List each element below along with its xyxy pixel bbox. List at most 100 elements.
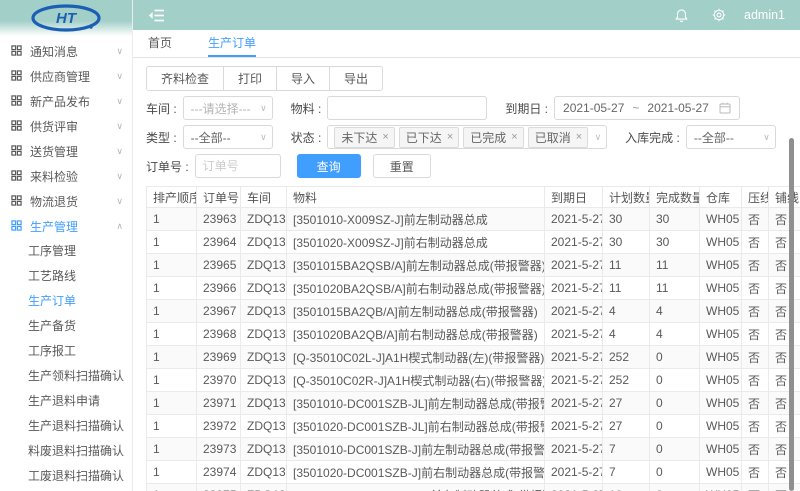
- collapse-sidebar-icon[interactable]: [148, 9, 165, 22]
- sidebar-item-7[interactable]: 生产管理∧: [0, 214, 132, 239]
- status-tag-2[interactable]: 已完成×: [463, 127, 523, 148]
- due-date-range[interactable]: 2021-05-27 ~ 2021-05-27: [554, 96, 740, 120]
- status-multiselect[interactable]: 未下达×已下达×已完成×已取消× ∨: [327, 125, 607, 149]
- table-cell: 否: [769, 461, 800, 484]
- bell-icon[interactable]: [675, 8, 688, 23]
- sidebar-subitem-6[interactable]: 生产退料申请: [0, 389, 132, 414]
- table-row[interactable]: 123972ZDQ13[3501020-DC001SZB-JL]前右制动器总成(…: [147, 415, 800, 438]
- table-row[interactable]: 123966ZDQ13[3501020BA2QSB/A]前右制动器总成(带报警器…: [147, 277, 800, 300]
- sidebar-subitem-2[interactable]: 生产订单: [0, 289, 132, 314]
- table-cell: 否: [742, 254, 769, 277]
- table-cell: 7: [603, 438, 650, 461]
- table-row[interactable]: 123969ZDQ13[Q-35010C02L-J]A1H楔式制动器(左)(带报…: [147, 346, 800, 369]
- workshop-select[interactable]: ---请选择--- ∨: [183, 96, 273, 120]
- table-row[interactable]: 123968ZDQ13[3501020BA2QB/A]前右制动器总成(带报警器)…: [147, 323, 800, 346]
- column-header-9[interactable]: 铺线: [769, 187, 800, 208]
- column-header-0[interactable]: 排产顺序: [147, 187, 197, 208]
- column-header-5[interactable]: 计划数量: [603, 187, 650, 208]
- table-cell: 1: [147, 484, 197, 491]
- table-row[interactable]: 123974ZDQ13[3501020-DC001SZB-J]前右制动器总成(带…: [147, 461, 800, 484]
- sidebar-subitem-7[interactable]: 生产退料扫描确认: [0, 414, 132, 439]
- table-cell: WH05: [700, 484, 742, 491]
- order-no-input[interactable]: [195, 154, 281, 178]
- order-no-label: 订单号 :: [146, 158, 189, 175]
- sidebar-item-3[interactable]: 供货评审∨: [0, 114, 132, 139]
- table-row[interactable]: 123965ZDQ13[3501015BA2QSB/A]前左制动器总成(带报警器…: [147, 254, 800, 277]
- column-header-2[interactable]: 车间: [241, 187, 287, 208]
- table-cell: 2021-5-27: [545, 415, 603, 438]
- table-cell: 11: [603, 277, 650, 300]
- table-cell: 否: [742, 461, 769, 484]
- sidebar-item-label: 来料检验: [30, 168, 116, 185]
- table-cell: 1: [147, 254, 197, 277]
- column-header-8[interactable]: 压线: [742, 187, 769, 208]
- type-select[interactable]: --全部-- ∨: [183, 125, 273, 149]
- date-to[interactable]: 2021-05-27: [647, 101, 708, 115]
- chevron-down-icon: ∨: [116, 172, 123, 181]
- table-cell: [3501010-DC001SZQB-J]前左制动器总成(带报警器): [287, 484, 545, 491]
- sidebar-subitem-1[interactable]: 工艺路线: [0, 264, 132, 289]
- tab-0[interactable]: 首页: [148, 30, 172, 57]
- toolbar-button-2[interactable]: 导入: [276, 67, 329, 90]
- column-header-4[interactable]: 到期日: [545, 187, 603, 208]
- column-header-6[interactable]: 完成数量: [650, 187, 700, 208]
- column-header-1[interactable]: 订单号: [197, 187, 241, 208]
- inbound-complete-select[interactable]: --全部-- ∨: [686, 125, 776, 149]
- reset-button[interactable]: 重置: [373, 154, 431, 178]
- username[interactable]: admin1: [744, 8, 785, 22]
- query-button[interactable]: 查询: [297, 154, 361, 178]
- material-filter: 物料 :: [291, 96, 488, 120]
- sidebar-subitem-8[interactable]: 料废退料扫描确认: [0, 439, 132, 464]
- table-cell: 否: [769, 208, 800, 231]
- table-row[interactable]: 123967ZDQ13[3501015BA2QB/A]前左制动器总成(带报警器)…: [147, 300, 800, 323]
- app-window: HT 通知消息∨供应商管理∨新产品发布∨供货评审∨送货管理∨来料检验∨物流退货∨…: [0, 0, 800, 491]
- tag-close-icon[interactable]: ×: [576, 131, 582, 143]
- sidebar-subitem-5[interactable]: 生产领料扫描确认: [0, 364, 132, 389]
- sidebar-item-4[interactable]: 送货管理∨: [0, 139, 132, 164]
- toolbar-button-1[interactable]: 打印: [223, 67, 276, 90]
- sidebar-item-1[interactable]: 供应商管理∨: [0, 64, 132, 89]
- table-row[interactable]: 123971ZDQ13[3501010-DC001SZB-JL]前左制动器总成(…: [147, 392, 800, 415]
- table-cell: 否: [769, 300, 800, 323]
- toolbar-button-0[interactable]: 齐料检查: [147, 67, 223, 90]
- sidebar-item-2[interactable]: 新产品发布∨: [0, 89, 132, 114]
- table-row[interactable]: 123970ZDQ13[Q-35010C02R-J]A1H楔式制动器(右)(带报…: [147, 369, 800, 392]
- table-row[interactable]: 123975ZDQ13[3501010-DC001SZQB-J]前左制动器总成(…: [147, 484, 800, 491]
- date-from[interactable]: 2021-05-27: [563, 101, 624, 115]
- column-header-3[interactable]: 物料: [287, 187, 545, 208]
- table-row[interactable]: 123973ZDQ13[3501010-DC001SZB-J]前左制动器总成(带…: [147, 438, 800, 461]
- status-tag-3[interactable]: 已取消×: [528, 127, 588, 148]
- tag-close-icon[interactable]: ×: [511, 131, 517, 143]
- sidebar-item-label: 物流退货: [30, 193, 116, 210]
- sidebar-subitem-0[interactable]: 工序管理: [0, 239, 132, 264]
- status-tag-0[interactable]: 未下达×: [334, 127, 394, 148]
- sidebar-item-0[interactable]: 通知消息∨: [0, 39, 132, 64]
- table-cell: 2021-5-27: [545, 300, 603, 323]
- table-cell: 30: [603, 231, 650, 254]
- column-header-7[interactable]: 仓库: [700, 187, 742, 208]
- table-cell: 否: [769, 369, 800, 392]
- tag-close-icon[interactable]: ×: [382, 131, 388, 143]
- sidebar-item-5[interactable]: 来料检验∨: [0, 164, 132, 189]
- table-cell: 1: [147, 369, 197, 392]
- tab-1[interactable]: 生产订单: [208, 30, 256, 57]
- sidebar-item-6[interactable]: 物流退货∨: [0, 189, 132, 214]
- toolbar-button-3[interactable]: 导出: [329, 67, 382, 90]
- vertical-scrollbar[interactable]: [789, 138, 794, 491]
- chevron-down-icon: ∨: [116, 122, 123, 131]
- tag-close-icon[interactable]: ×: [447, 131, 453, 143]
- table-cell: 11: [650, 277, 700, 300]
- gear-icon[interactable]: [712, 8, 726, 22]
- sidebar-subitem-9[interactable]: 工废退料扫描确认: [0, 464, 132, 489]
- table-cell: 否: [742, 392, 769, 415]
- sidebar-subitem-3[interactable]: 生产备货: [0, 314, 132, 339]
- table-cell: [3501015BA2QSB/A]前左制动器总成(带报警器): [287, 254, 545, 277]
- table-cell: 2021-5-27: [545, 392, 603, 415]
- calendar-icon[interactable]: [719, 102, 731, 114]
- table-row[interactable]: 123963ZDQ13[3501010-X009SZ-J]前左制动器总成2021…: [147, 208, 800, 231]
- status-tag-1[interactable]: 已下达×: [399, 127, 459, 148]
- table-row[interactable]: 123964ZDQ13[3501020-X009SZ-J]前右制动器总成2021…: [147, 231, 800, 254]
- table-cell: 10: [603, 484, 650, 491]
- material-input[interactable]: [327, 96, 487, 120]
- sidebar-subitem-4[interactable]: 工序报工: [0, 339, 132, 364]
